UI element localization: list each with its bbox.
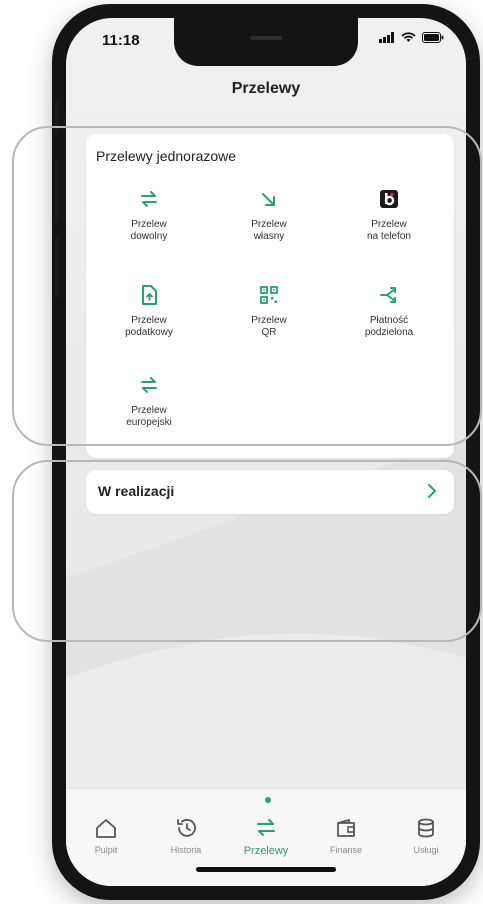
tab-uslugi[interactable]: Usługi xyxy=(386,789,466,855)
signal-icon xyxy=(379,32,394,43)
status-icons xyxy=(379,32,444,43)
highlight-outline xyxy=(12,460,482,642)
tab-label: Historia xyxy=(170,845,202,855)
highlight-outline xyxy=(12,126,482,446)
notch xyxy=(174,18,358,66)
database-icon xyxy=(418,818,434,838)
history-icon xyxy=(177,818,196,837)
tab-finanse[interactable]: Finanse xyxy=(306,789,386,855)
wifi-icon xyxy=(401,32,416,42)
transfer-arrows-icon xyxy=(257,819,275,836)
tab-label: Pulpit xyxy=(94,845,118,855)
finance-wallet-icon xyxy=(337,819,355,837)
active-indicator xyxy=(264,797,271,803)
tab-label: Przelewy xyxy=(243,845,289,857)
tab-label: Finanse xyxy=(329,845,363,855)
home-icon xyxy=(96,819,116,838)
tab-pulpit[interactable]: Pulpit xyxy=(66,789,146,855)
tab-historia[interactable]: Historia xyxy=(146,789,226,855)
tab-przelewy[interactable]: Przelewy xyxy=(226,789,306,857)
header: Przelewy xyxy=(66,74,466,114)
home-indicator xyxy=(196,867,336,872)
battery-icon xyxy=(422,32,444,43)
tab-label: Usługi xyxy=(413,845,439,855)
status-time: 11:18 xyxy=(102,32,140,49)
page-title: Przelewy xyxy=(231,80,301,97)
